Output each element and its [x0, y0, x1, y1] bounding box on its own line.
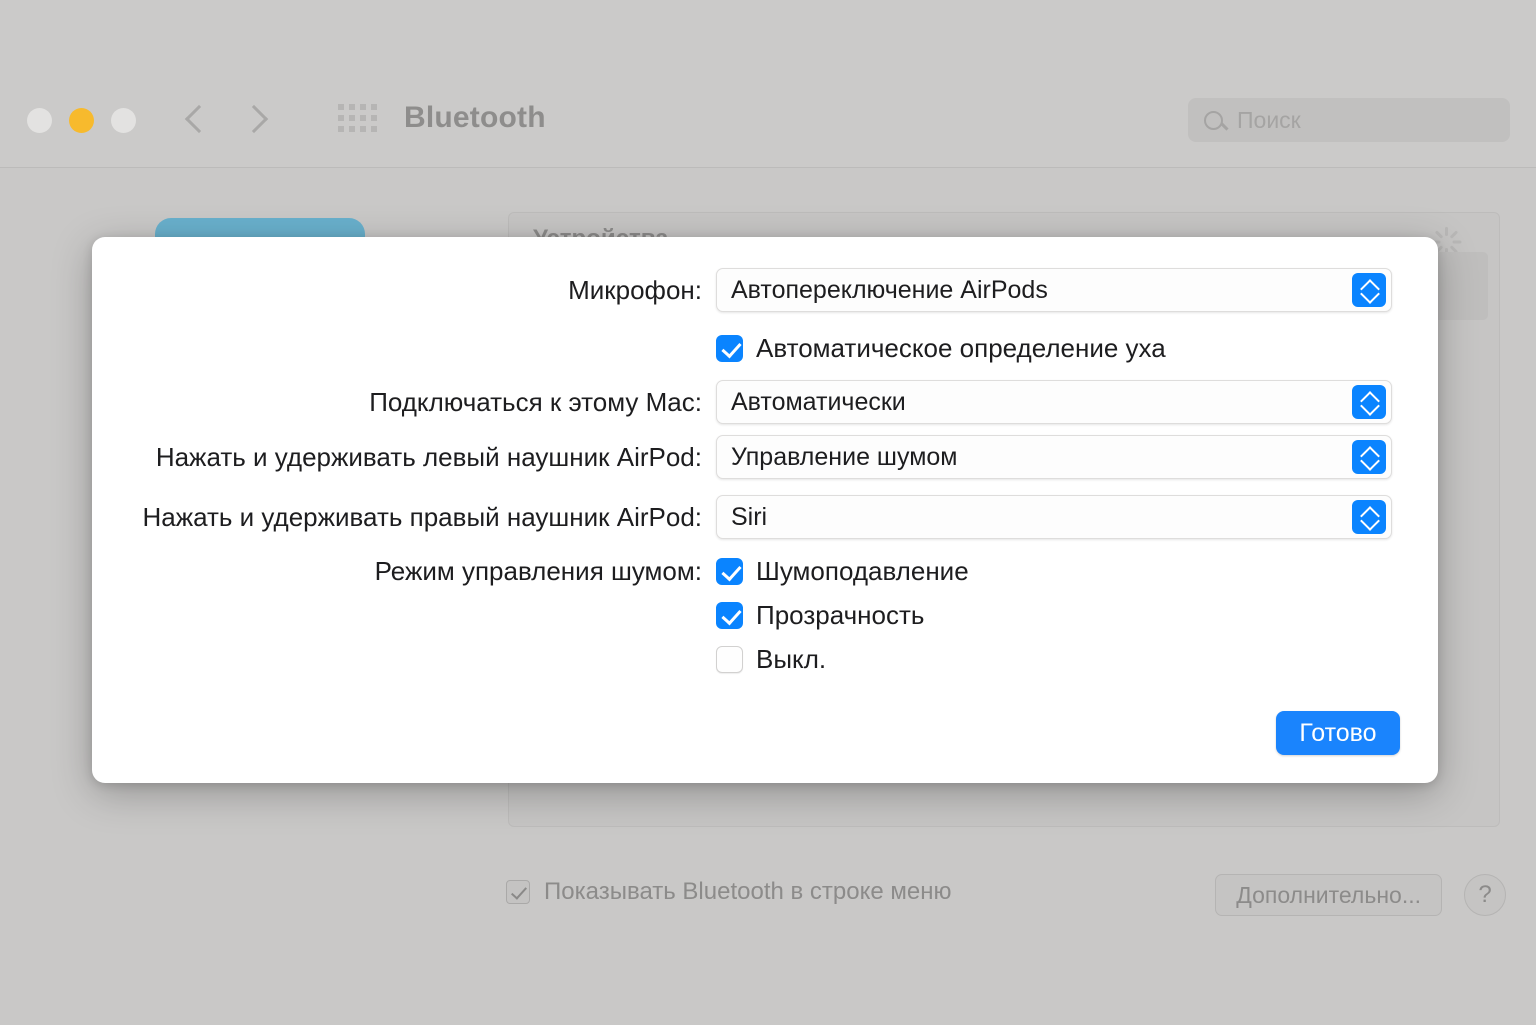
microphone-popup-value: Автопереключение AirPods — [731, 276, 1048, 305]
grid-cell — [349, 126, 355, 132]
left-airpod-popup-button[interactable]: Управление шумом — [716, 435, 1392, 479]
back-arrow-icon[interactable] — [186, 100, 208, 140]
right-airpod-popup-value: Siri — [731, 503, 767, 532]
connect-to-mac-row: Подключаться к этому Mac: Автоматически — [92, 380, 1438, 424]
show-bluetooth-in-menubar-checkbox[interactable]: Показывать Bluetooth в строке меню — [506, 878, 952, 906]
advanced-button[interactable]: Дополнительно... — [1215, 874, 1442, 916]
noise-control-row-1: Режим управления шумом: Шумоподавление — [92, 556, 1438, 587]
zoom-window-button[interactable] — [111, 108, 136, 133]
grid-cell — [349, 115, 355, 121]
spinner-tick — [1449, 230, 1457, 238]
checkbox-box — [716, 602, 743, 629]
spinner-tick — [1445, 227, 1448, 236]
microphone-label: Микрофон: — [92, 275, 716, 306]
checkbox-box — [716, 335, 743, 362]
checkbox-label: Показывать Bluetooth в строке меню — [544, 878, 952, 906]
help-button[interactable]: ? — [1464, 874, 1506, 916]
spinner-tick — [1452, 241, 1461, 244]
search-icon — [1204, 111, 1223, 130]
airpods-options-sheet: Микрофон: Автопереключение AirPods Автом… — [92, 237, 1438, 783]
noise-control-off-checkbox[interactable]: Выкл. — [716, 644, 826, 675]
noise-control-label: Режим управления шумом: — [92, 556, 716, 587]
show-all-grid-icon[interactable] — [338, 104, 376, 136]
transparency-checkbox[interactable]: Прозрачность — [716, 600, 924, 631]
grid-cell — [349, 104, 355, 110]
left-airpod-label: Нажать и удерживать левый наушник AirPod… — [92, 442, 716, 473]
grid-cell — [371, 104, 377, 110]
microphone-popup-button[interactable]: Автопереключение AirPods — [716, 268, 1392, 312]
noise-control-row-3: Выкл. — [92, 644, 1438, 675]
grid-cell — [360, 115, 366, 121]
checkbox-box — [716, 646, 743, 673]
done-button[interactable]: Готово — [1276, 711, 1400, 755]
right-airpod-popup-button[interactable]: Siri — [716, 495, 1392, 539]
chevron-up-down-icon — [1352, 273, 1386, 307]
right-airpod-label: Нажать и удерживать правый наушник AirPo… — [92, 502, 716, 533]
spinner-tick — [1434, 230, 1442, 238]
grid-cell — [338, 104, 344, 110]
noise-control-row-2: Прозрачность — [92, 600, 1438, 631]
grid-cell — [371, 115, 377, 121]
connect-to-mac-popup-button[interactable]: Автоматически — [716, 380, 1392, 424]
window-title: Bluetooth — [404, 101, 546, 135]
chevron-up-down-icon — [1352, 500, 1386, 534]
navigation-arrows — [186, 100, 266, 140]
grid-cell — [338, 126, 344, 132]
grid-cell — [360, 126, 366, 132]
ear-detection-checkbox[interactable]: Автоматическое определение уха — [716, 333, 1166, 364]
right-airpod-row: Нажать и удерживать правый наушник AirPo… — [92, 495, 1438, 539]
grid-cell — [338, 115, 344, 121]
transparency-label: Прозрачность — [756, 600, 924, 631]
ear-detection-label: Автоматическое определение уха — [756, 333, 1166, 364]
window-titlebar: Bluetooth Поиск — [0, 0, 1536, 168]
noise-control-off-label: Выкл. — [756, 644, 826, 675]
checkbox-box — [506, 880, 530, 904]
chevron-up-down-icon — [1352, 385, 1386, 419]
traffic-light-buttons — [27, 108, 136, 133]
chevron-up-down-icon — [1352, 440, 1386, 474]
search-field[interactable]: Поиск — [1188, 98, 1510, 142]
forward-arrow-icon[interactable] — [244, 100, 266, 140]
left-airpod-popup-value: Управление шумом — [731, 443, 957, 472]
connect-to-mac-label: Подключаться к этому Mac: — [92, 387, 716, 418]
connect-to-mac-popup-value: Автоматически — [731, 388, 906, 417]
ear-detection-row: Автоматическое определение уха — [92, 333, 1438, 364]
noise-cancellation-checkbox[interactable]: Шумоподавление — [716, 556, 969, 587]
search-placeholder: Поиск — [1237, 107, 1301, 134]
close-window-button[interactable] — [27, 108, 52, 133]
left-airpod-row: Нажать и удерживать левый наушник AirPod… — [92, 435, 1438, 479]
microphone-row: Микрофон: Автопереключение AirPods — [92, 268, 1438, 312]
checkbox-box — [716, 558, 743, 585]
grid-cell — [371, 126, 377, 132]
minimize-window-button[interactable] — [69, 108, 94, 133]
noise-cancellation-label: Шумоподавление — [756, 556, 969, 587]
grid-cell — [360, 104, 366, 110]
